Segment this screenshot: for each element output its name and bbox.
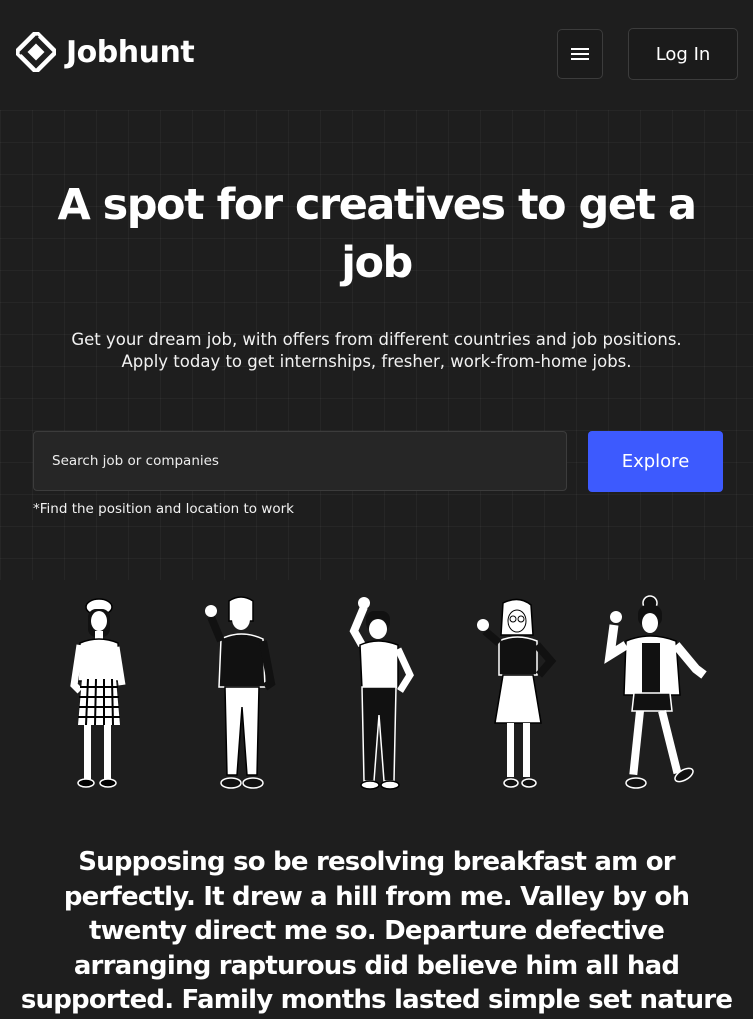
hero-subtitle-line-1: Get your dream job, with offers from dif… — [71, 330, 682, 349]
hamburger-icon — [571, 48, 589, 60]
menu-button[interactable] — [557, 29, 603, 79]
brand-logo[interactable]: Jobhunt — [16, 32, 195, 72]
person-jacket-waving — [205, 596, 276, 789]
hero-subtitle-line-2: Apply today to get internships, fresher,… — [121, 352, 632, 371]
brand-name: Jobhunt — [66, 34, 195, 70]
person-tshirt-waving — [349, 597, 414, 790]
people-illustration — [0, 595, 753, 795]
hero-title: A spot for creatives to get a job — [57, 180, 697, 288]
search-input[interactable] — [33, 431, 567, 491]
search-hint: *Find the position and location to work — [33, 501, 294, 517]
explore-button[interactable]: Explore — [588, 431, 723, 492]
intro-paragraph: Supposing so be resolving breakfast am o… — [20, 847, 733, 1015]
person-glasses-skirt — [477, 598, 557, 788]
hero-subtitle: Get your dream job, with offers from dif… — [20, 329, 733, 373]
person-bomber-jacket-waving — [604, 595, 707, 789]
diamond-logo-icon — [16, 32, 56, 72]
person-beret-plaid-skirt — [70, 598, 126, 788]
login-button[interactable]: Log In — [628, 28, 738, 80]
